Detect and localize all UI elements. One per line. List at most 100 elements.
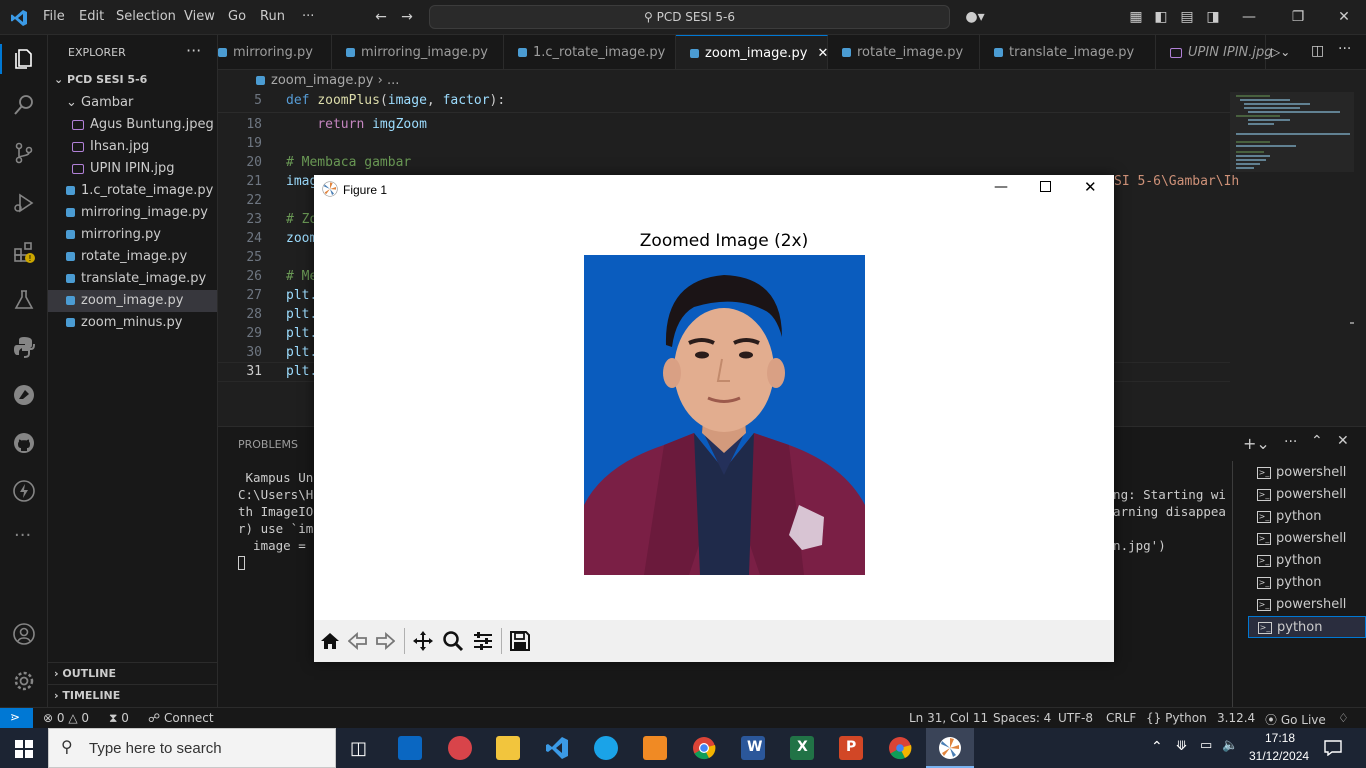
taskbar-search-box[interactable]: ⚲ Type here to search bbox=[48, 728, 336, 768]
new-terminal-icon[interactable]: +⌄ bbox=[1243, 434, 1270, 453]
settings-gear-icon[interactable] bbox=[12, 669, 36, 693]
minimize-icon[interactable]: — bbox=[1241, 9, 1257, 25]
zoom-icon[interactable] bbox=[442, 630, 464, 652]
run-python-icon[interactable]: ▷⌄ bbox=[1271, 45, 1290, 59]
configure-subplots-icon[interactable] bbox=[472, 630, 494, 652]
language-mode[interactable]: {} Python bbox=[1146, 711, 1207, 725]
layout-customize-icon[interactable]: ▦ bbox=[1128, 9, 1144, 25]
copilot-icon[interactable]: ●▾ bbox=[963, 9, 987, 25]
home-icon[interactable] bbox=[320, 631, 340, 651]
terminal-list-item[interactable]: >_ powershell bbox=[1248, 462, 1366, 484]
back-arrow-icon[interactable]: ← bbox=[373, 9, 389, 25]
live-share-icon[interactable] bbox=[12, 479, 36, 503]
file-item[interactable]: zoom_minus.py bbox=[48, 312, 217, 334]
sticky-scroll[interactable]: 5 def zoomPlus(image, factor): bbox=[218, 92, 1230, 113]
file-item[interactable]: mirroring.py bbox=[48, 224, 217, 246]
tab-mirroring[interactable]: mirroring.py bbox=[218, 35, 332, 69]
figure-maximize-icon[interactable] bbox=[1040, 181, 1051, 192]
remote-explorer-icon[interactable] bbox=[12, 383, 36, 407]
terminal-list-item[interactable]: >_ python bbox=[1248, 506, 1366, 528]
maximize-panel-icon[interactable]: ⌃ bbox=[1311, 433, 1323, 449]
tab-zoom-image[interactable]: zoom_image.py ✕ bbox=[676, 35, 828, 69]
toggle-sidebar-icon[interactable]: ◧ bbox=[1153, 9, 1169, 25]
folder-root[interactable]: ⌄ PCD SESI 5-6 bbox=[48, 69, 217, 91]
tab-rotate-image[interactable]: rotate_image.py bbox=[828, 35, 980, 69]
encoding[interactable]: UTF-8 bbox=[1058, 711, 1093, 725]
word-icon[interactable]: W bbox=[741, 736, 765, 760]
more-views-icon[interactable]: ··· bbox=[14, 525, 31, 546]
task-view-icon[interactable]: ◫ bbox=[350, 738, 367, 759]
figure-minimize-icon[interactable]: — bbox=[994, 179, 1008, 195]
tab-translate-image[interactable]: translate_image.py bbox=[980, 35, 1156, 69]
matplotlib-taskbar-item[interactable] bbox=[926, 728, 974, 768]
menu-go[interactable]: Go bbox=[228, 9, 246, 24]
source-control-icon[interactable] bbox=[12, 141, 36, 165]
extensions-icon[interactable]: ! bbox=[12, 240, 36, 264]
back-icon[interactable] bbox=[348, 631, 368, 651]
toggle-panel-icon[interactable]: ▤ bbox=[1179, 9, 1195, 25]
notification-center-icon[interactable] bbox=[1324, 740, 1342, 756]
microsoft-store-icon[interactable] bbox=[398, 736, 422, 760]
toggle-secondary-sidebar-icon[interactable]: ◨ bbox=[1205, 9, 1221, 25]
xampp-icon[interactable] bbox=[643, 736, 667, 760]
menu-file[interactable]: File bbox=[43, 9, 65, 24]
breadcrumb-rest[interactable]: ... bbox=[387, 73, 399, 88]
wifi-icon[interactable]: ⟱ bbox=[1176, 739, 1187, 754]
tab-upin-ipin[interactable]: UPIN IPIN.jpg bbox=[1156, 35, 1273, 69]
file-item[interactable]: mirroring_image.py bbox=[48, 202, 217, 224]
clock-time[interactable]: 17:18 bbox=[1265, 731, 1295, 745]
split-editor-icon[interactable]: ◫ bbox=[1311, 43, 1324, 59]
terminal-list-item-selected[interactable]: >_ python bbox=[1248, 616, 1366, 638]
folder-gambar[interactable]: ⌄ Gambar bbox=[48, 92, 217, 114]
remote-indicator[interactable]: ⋗ bbox=[0, 708, 33, 729]
tab-problems[interactable]: PROBLEMS bbox=[238, 438, 298, 451]
forward-arrow-icon[interactable]: → bbox=[399, 9, 415, 25]
clock-date[interactable]: 31/12/2024 bbox=[1249, 749, 1309, 763]
search-icon[interactable] bbox=[12, 93, 36, 117]
tray-chevron-up-icon[interactable]: ⌃ bbox=[1151, 739, 1163, 755]
excel-icon[interactable]: X bbox=[790, 736, 814, 760]
file-item[interactable]: rotate_image.py bbox=[48, 246, 217, 268]
menu-more[interactable]: ··· bbox=[302, 9, 314, 24]
battery-icon[interactable]: ▭ bbox=[1200, 738, 1212, 753]
explorer-more-icon[interactable]: ··· bbox=[186, 41, 201, 60]
menu-selection[interactable]: Selection bbox=[116, 9, 176, 24]
problems-status[interactable]: ⊗ 0 △ 0 bbox=[43, 711, 89, 725]
editor-more-icon[interactable]: ··· bbox=[1338, 41, 1351, 57]
tab-rotate-image-c[interactable]: 1.c_rotate_image.py bbox=[504, 35, 676, 69]
menu-view[interactable]: View bbox=[184, 9, 215, 24]
pan-icon[interactable] bbox=[412, 630, 434, 652]
run-debug-icon[interactable] bbox=[12, 191, 36, 215]
cursor-position[interactable]: Ln 31, Col 11 bbox=[909, 711, 988, 725]
outline-section[interactable]: › OUTLINE bbox=[48, 662, 217, 684]
chrome-icon[interactable] bbox=[692, 736, 716, 760]
tab-close-icon[interactable]: ✕ bbox=[817, 46, 828, 61]
file-item-selected[interactable]: zoom_image.py bbox=[48, 290, 217, 312]
forward-icon[interactable] bbox=[375, 631, 395, 651]
file-item[interactable]: translate_image.py bbox=[48, 268, 217, 290]
windows-start-icon[interactable] bbox=[15, 740, 33, 758]
notifications-bell-icon[interactable]: ♢ bbox=[1338, 711, 1349, 725]
account-icon[interactable] bbox=[12, 622, 36, 646]
edge-icon[interactable] bbox=[594, 736, 618, 760]
python-version[interactable]: 3.12.4 bbox=[1217, 711, 1255, 725]
python-icon[interactable] bbox=[12, 335, 36, 359]
menu-run[interactable]: Run bbox=[260, 9, 285, 24]
restore-icon[interactable]: ❐ bbox=[1290, 9, 1306, 25]
minimap[interactable] bbox=[1230, 92, 1354, 426]
chrome-profile-icon[interactable] bbox=[888, 736, 912, 760]
breadcrumb-file[interactable]: zoom_image.py bbox=[271, 73, 373, 88]
github-icon[interactable] bbox=[12, 431, 36, 455]
snipping-tool-icon[interactable] bbox=[448, 736, 472, 760]
file-item[interactable]: UPIN IPIN.jpg bbox=[48, 158, 217, 180]
save-icon[interactable] bbox=[509, 630, 531, 652]
terminal-list-item[interactable]: >_ powershell bbox=[1248, 528, 1366, 550]
vscode-taskbar-icon[interactable] bbox=[545, 736, 569, 760]
go-live[interactable]: ⦿ Go Live bbox=[1265, 711, 1326, 728]
tab-mirroring-image[interactable]: mirroring_image.py bbox=[332, 35, 504, 69]
file-item[interactable]: Agus Buntung.jpeg bbox=[48, 114, 217, 136]
testing-flask-icon[interactable] bbox=[12, 288, 36, 312]
terminal-list-item[interactable]: >_ powershell bbox=[1248, 484, 1366, 506]
close-icon[interactable]: ✕ bbox=[1336, 9, 1352, 25]
end-of-line[interactable]: CRLF bbox=[1106, 711, 1136, 725]
